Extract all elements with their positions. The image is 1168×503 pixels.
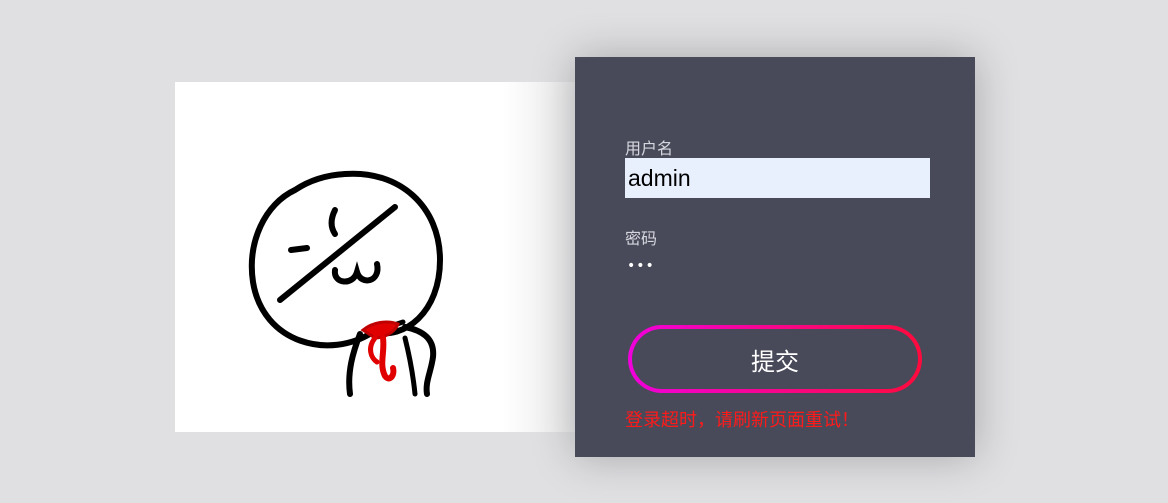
password-input[interactable] [625, 252, 930, 280]
submit-button[interactable]: 提交 [632, 329, 918, 389]
illustration-panel [175, 82, 585, 432]
username-label: 用户名 [625, 139, 674, 158]
submit-button-border: 提交 [628, 325, 922, 393]
login-page: 用户名 密码 提交 登录超时，请刷新页面重试！ [0, 0, 1168, 503]
password-label: 密码 [625, 229, 658, 248]
stick-figure-face-icon [248, 170, 443, 397]
error-message: 登录超时，请刷新页面重试！ [625, 410, 859, 431]
login-card: 用户名 密码 提交 登录超时，请刷新页面重试！ [575, 57, 975, 457]
username-input[interactable] [625, 158, 930, 198]
